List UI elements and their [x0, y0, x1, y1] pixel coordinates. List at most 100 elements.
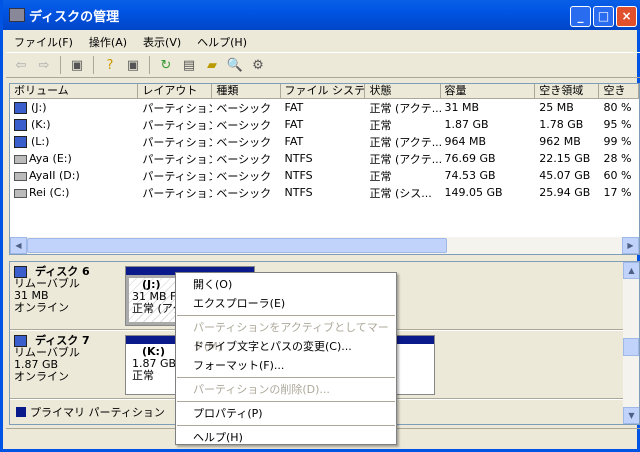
cell: NTFS: [284, 169, 313, 182]
table-row[interactable]: Aya (E:) パーティション ベーシック NTFS 正常 (アクテ... 76.69 …: [10, 150, 639, 167]
cell: Rei (C:): [10, 186, 138, 199]
menu-help[interactable]: ヘルプ(H): [189, 31, 255, 51]
cell: パーティション: [142, 118, 213, 132]
cell: ベーシック: [216, 152, 272, 166]
cell: ベーシック: [216, 101, 272, 115]
cell: ベーシック: [216, 118, 272, 132]
cell: ベーシック: [216, 135, 272, 149]
scroll-up-button[interactable]: ▲: [623, 262, 639, 279]
cell: 60 %: [603, 169, 632, 182]
menu-view[interactable]: 表示(V): [135, 31, 189, 51]
primary-partition-swatch: [16, 407, 26, 417]
maximize-button[interactable]: □: [593, 6, 614, 27]
forward-icon[interactable]: ⇨: [35, 56, 53, 74]
cell: 964 MB: [444, 135, 487, 148]
context-menu-item[interactable]: エクスプローラ(E): [176, 294, 396, 313]
show-hide-action-pane-icon[interactable]: ▣: [124, 56, 142, 74]
context-menu-item[interactable]: プロパティ(P): [176, 404, 396, 423]
cell: 80 %: [603, 101, 632, 114]
cell: ベーシック: [216, 169, 272, 183]
removable-disk-icon: [14, 119, 27, 131]
hard-disk-icon: [14, 171, 27, 181]
menu-separator: [177, 377, 395, 378]
explore-icon[interactable]: 🔍: [226, 56, 244, 74]
context-menu-item[interactable]: ヘルプ(H): [176, 428, 396, 447]
menu-bar: ファイル(F) 操作(A) 表示(V) ヘルプ(H): [6, 31, 255, 51]
menu-file[interactable]: ファイル(F): [6, 31, 81, 51]
cell: パーティション: [142, 186, 213, 200]
cell: 28 %: [603, 152, 632, 165]
context-menu-item[interactable]: フォーマット(F)...: [176, 356, 396, 375]
scroll-left-button[interactable]: ◀: [10, 237, 27, 254]
col-layout[interactable]: レイアウト: [138, 84, 213, 98]
table-row[interactable]: Rei (C:) パーティション ベーシック NTFS 正常 (シス... 149.05 …: [10, 184, 639, 201]
open-folder-icon[interactable]: ▰: [203, 56, 221, 74]
cell: 17 %: [603, 186, 632, 199]
cell: パーティション: [142, 152, 213, 166]
back-icon[interactable]: ⇦: [12, 56, 30, 74]
context-menu-item[interactable]: ドライブ文字とパスの変更(C)...: [176, 337, 396, 356]
cell: (L:): [10, 135, 138, 148]
table-row[interactable]: (L:) パーティション ベーシック FAT 正常 (アクテ... 964 MB 962 M…: [10, 133, 639, 150]
scroll-right-button[interactable]: ▶: [622, 237, 639, 254]
help-icon[interactable]: ?: [101, 56, 119, 74]
table-row[interactable]: (J:) パーティション ベーシック FAT 正常 (アクテ... 31 MB 25 MB 8…: [10, 99, 639, 116]
toolbar-separator: [149, 56, 150, 74]
cell: FAT: [284, 118, 304, 131]
col-free-percent[interactable]: 空き: [599, 84, 639, 98]
col-capacity[interactable]: 容量: [441, 84, 536, 98]
menu-separator: [177, 315, 395, 316]
disk-management-icon: [9, 8, 25, 22]
cell: 25.94 GB: [539, 186, 591, 199]
close-button[interactable]: ×: [616, 6, 637, 27]
cell: NTFS: [284, 186, 313, 199]
cell: 99 %: [603, 135, 632, 148]
scroll-down-button[interactable]: ▼: [623, 407, 639, 424]
cell: AyaII (D:): [10, 169, 138, 182]
context-menu-item: パーティションの削除(D)...: [193, 383, 330, 396]
menu-separator: [177, 401, 395, 402]
removable-disk-icon: [14, 136, 27, 148]
disk-label[interactable]: ディスク 7 リムーバブル 1.87 GB オンライン: [14, 335, 122, 383]
window-title: ディスクの管理: [29, 9, 120, 25]
col-type[interactable]: 種類: [212, 84, 281, 98]
vertical-scrollbar[interactable]: ▲ ▼: [623, 262, 639, 424]
cell: 1.87 GB: [444, 118, 489, 131]
table-row[interactable]: AyaII (D:) パーティション ベーシック NTFS 正常 74.53 GB 45.0…: [10, 167, 639, 184]
minimize-button[interactable]: _: [570, 6, 591, 27]
show-hide-tree-icon[interactable]: ▣: [68, 56, 86, 74]
col-filesystem[interactable]: ファイル システム: [281, 84, 366, 98]
scrollbar-thumb[interactable]: [27, 238, 447, 253]
scrollbar-thumb[interactable]: [623, 338, 639, 356]
cell: 25 MB: [539, 101, 574, 114]
cell: 31 MB: [444, 101, 480, 114]
removable-disk-icon: [14, 102, 27, 114]
hard-disk-icon: [14, 188, 27, 198]
context-menu-item[interactable]: 開く(O): [176, 275, 396, 294]
refresh-icon[interactable]: ↻: [157, 56, 175, 74]
settings-icon[interactable]: ⚙: [249, 56, 267, 74]
cell: 74.53 GB: [444, 169, 496, 182]
table-row[interactable]: (K:) パーティション ベーシック FAT 正常 1.87 GB 1.78 GB 95 %: [10, 116, 639, 133]
col-free[interactable]: 空き領域: [535, 84, 600, 98]
properties-icon[interactable]: ▤: [180, 56, 198, 74]
context-menu: 開く(O) エクスプローラ(E) パーティションをアクティブとしてマーク(M) ドライ…: [175, 272, 397, 445]
toolbar-separator: [60, 56, 61, 74]
cell: 正常 (アクテ...: [369, 101, 441, 115]
cell: 149.05 GB: [444, 186, 503, 199]
disk-label[interactable]: ディスク 6 リムーバブル 31 MB オンライン: [14, 266, 122, 314]
menu-action[interactable]: 操作(A): [81, 31, 135, 51]
volume-list: ボリューム レイアウト 種類 ファイル システム 状態 容量 空き領域 空き (…: [9, 83, 640, 255]
hard-disk-icon: [14, 154, 27, 164]
menu-separator: [177, 425, 395, 426]
cell: 45.07 GB: [539, 169, 591, 182]
cell: 95 %: [603, 118, 632, 131]
horizontal-scrollbar[interactable]: ◀ ▶: [10, 237, 639, 254]
cell: Aya (E:): [10, 152, 138, 165]
context-menu-item: パーティションをアクティブとしてマーク(M): [193, 321, 389, 353]
title-bar: ディスクの管理 _ □ ×: [3, 0, 640, 30]
cell: 正常 (シス...: [369, 186, 432, 200]
col-status[interactable]: 状態: [365, 84, 441, 98]
col-volume[interactable]: ボリューム: [10, 84, 139, 98]
toolbar: ⇦ ⇨ ▣ ? ▣ ↻ ▤ ▰ 🔍 ⚙: [6, 52, 640, 78]
